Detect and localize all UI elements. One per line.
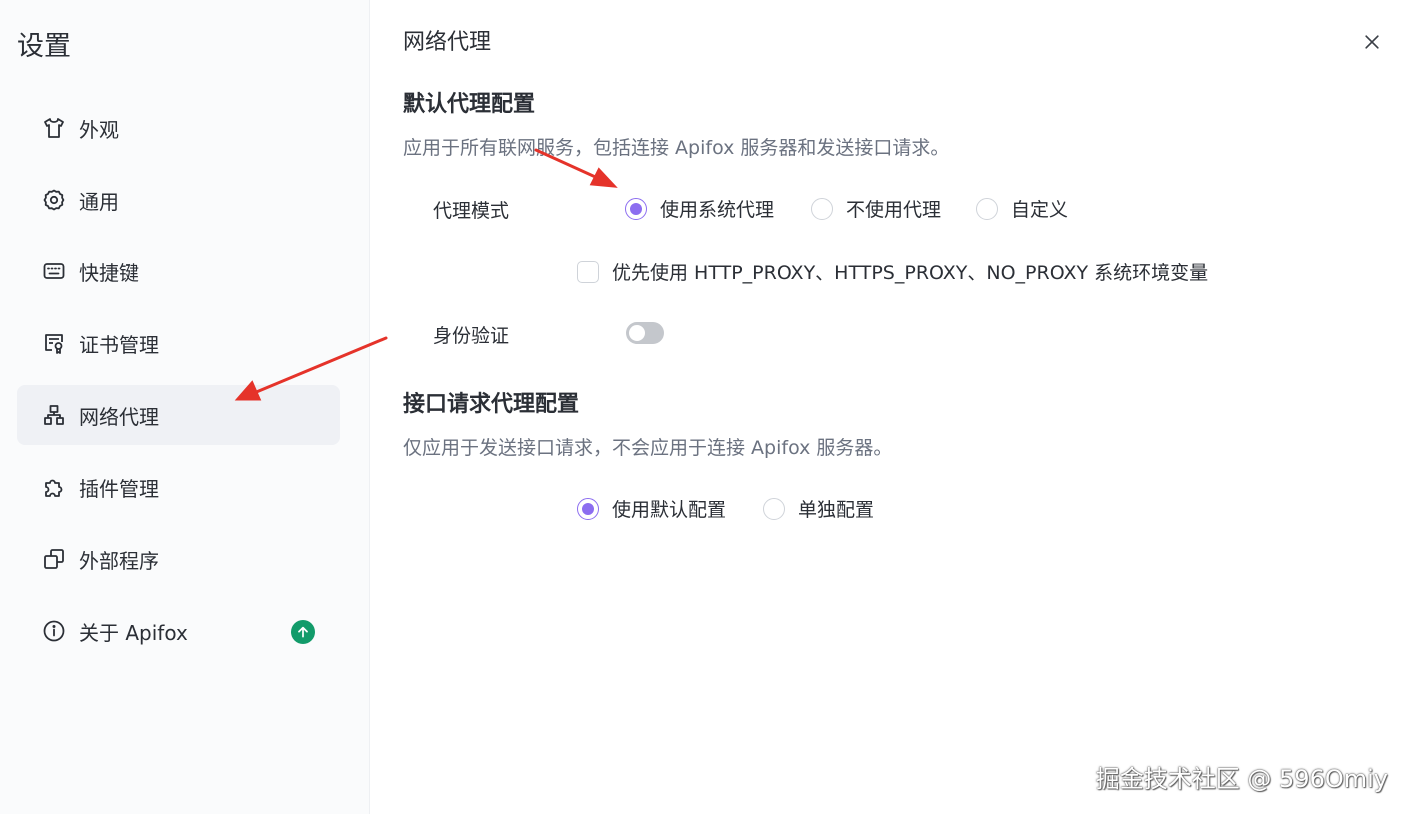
radio-label: 使用系统代理 — [660, 199, 775, 221]
sidebar-item-general[interactable]: 通用 — [17, 170, 340, 230]
request-proxy-title: 接口请求代理配置 — [403, 392, 580, 417]
radio-circle[interactable] — [976, 197, 998, 220]
proxy-mode-system-radio[interactable]: 使用系统代理 — [625, 195, 774, 222]
shirt-icon — [41, 115, 67, 141]
toggle-knob — [629, 325, 645, 341]
sidebar-item-label: 插件管理 — [79, 476, 159, 501]
close-icon — [1365, 35, 1379, 49]
settings-content: 网络代理 默认代理配置 应用于所有联网服务，包括连接 Apifox 服务器和发送… — [371, 0, 1410, 814]
radio-label: 单独配置 — [798, 499, 875, 521]
puzzle-icon — [41, 474, 67, 500]
update-arrow-icon[interactable] — [291, 620, 315, 644]
gear-icon — [41, 187, 67, 213]
sidebar-item-external-programs[interactable]: 外部程序 — [17, 529, 340, 589]
request-proxy-separate-radio[interactable]: 单独配置 — [763, 495, 874, 522]
sidebar-item-label: 外观 — [79, 117, 119, 142]
radio-circle[interactable] — [763, 497, 785, 520]
auth-label: 身份验证 — [433, 325, 510, 347]
sidebar-item-label: 通用 — [79, 189, 119, 214]
sidebar-item-certificates[interactable]: 证书管理 — [17, 313, 340, 373]
sidebar-item-network-proxy[interactable]: 网络代理 — [17, 385, 340, 445]
sidebar-item-label: 证书管理 — [79, 332, 159, 357]
network-icon — [41, 402, 67, 428]
radio-label: 不使用代理 — [846, 199, 942, 221]
auth-toggle[interactable] — [626, 322, 664, 344]
sidebar-item-plugins[interactable]: 插件管理 — [17, 457, 340, 517]
sidebar-item-label: 网络代理 — [79, 404, 159, 429]
radio-circle[interactable] — [811, 197, 833, 220]
radio-circle[interactable] — [625, 197, 647, 220]
radio-label: 使用默认配置 — [612, 499, 727, 521]
default-proxy-description: 应用于所有联网服务，包括连接 Apifox 服务器和发送接口请求。 — [403, 137, 950, 159]
checkbox-label: 优先使用 HTTP_PROXY、HTTPS_PROXY、NO_PROXY 系统环… — [612, 262, 1209, 284]
certificate-icon — [41, 330, 67, 356]
sidebar-item-shortcuts[interactable]: 快捷键 — [17, 241, 340, 301]
proxy-mode-label: 代理模式 — [433, 200, 510, 222]
external-program-icon — [41, 546, 67, 572]
proxy-mode-none-radio[interactable]: 不使用代理 — [811, 195, 941, 222]
page-title: 网络代理 — [403, 30, 492, 55]
default-proxy-title: 默认代理配置 — [403, 92, 536, 117]
close-button[interactable] — [1360, 30, 1384, 54]
settings-sidebar: 设置 外观 通用 快捷键 证书管理 网络代理 插件管理 外部程序 关于 Apif… — [0, 0, 370, 814]
radio-label: 自定义 — [1011, 199, 1069, 221]
sidebar-item-label: 外部程序 — [79, 548, 159, 573]
radio-circle[interactable] — [577, 497, 599, 520]
watermark: 掘金技术社区 @ 596Omiy — [1095, 765, 1388, 793]
sidebar-item-label: 快捷键 — [79, 260, 139, 285]
sidebar-item-about[interactable]: 关于 Apifox — [17, 601, 340, 661]
keyboard-icon — [41, 258, 67, 284]
request-proxy-default-radio[interactable]: 使用默认配置 — [577, 495, 726, 522]
checkbox-box[interactable] — [577, 260, 599, 283]
info-icon — [41, 618, 67, 644]
env-variables-checkbox[interactable]: 优先使用 HTTP_PROXY、HTTPS_PROXY、NO_PROXY 系统环… — [577, 258, 1208, 285]
sidebar-item-label: 关于 Apifox — [79, 620, 188, 645]
proxy-mode-custom-radio[interactable]: 自定义 — [976, 195, 1068, 222]
sidebar-item-appearance[interactable]: 外观 — [17, 98, 340, 158]
sidebar-title: 设置 — [17, 31, 71, 62]
request-proxy-description: 仅应用于发送接口请求，不会应用于连接 Apifox 服务器。 — [403, 437, 893, 459]
